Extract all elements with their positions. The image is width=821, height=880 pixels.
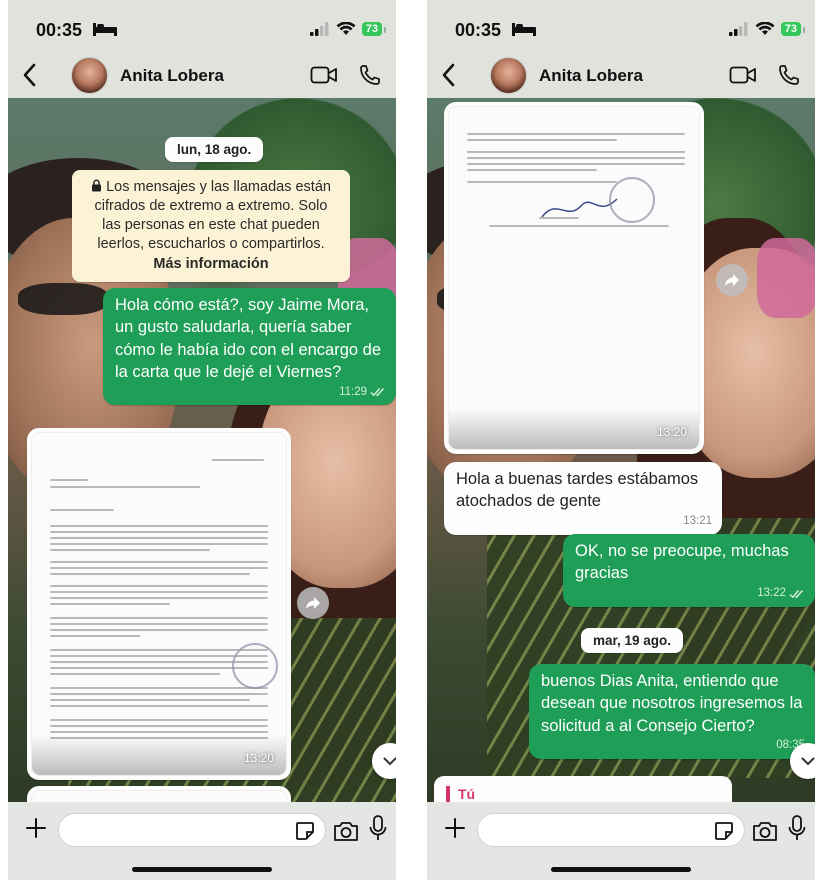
forward-icon [306, 597, 320, 609]
quote-author: Tú [458, 786, 476, 802]
forward-icon [725, 274, 739, 286]
signal-icon [309, 22, 329, 36]
status-bar: 00:35 73 [427, 0, 815, 55]
encryption-notice[interactable]: Los mensajes y las llamadas están cifrad… [72, 170, 350, 282]
camera-icon[interactable] [332, 819, 360, 843]
letter-document-image[interactable]: 13:20 [448, 106, 700, 450]
bed-icon [512, 23, 536, 36]
lock-icon [92, 179, 102, 192]
bed-icon [93, 23, 117, 36]
read-ticks-icon [789, 589, 804, 599]
microphone-icon[interactable] [787, 814, 807, 844]
incoming-message[interactable]: Hola a buenas tardes estábamos atochados… [444, 462, 722, 535]
message-text: buenos Dias Anita, entiendo que desean q… [541, 672, 803, 735]
message-time: 13:20 [243, 751, 274, 765]
message-time: 13:21 [683, 515, 712, 528]
status-bar: 00:35 73 [8, 0, 396, 55]
contact-name[interactable]: Anita Lobera [120, 66, 224, 86]
chat-header: Anita Lobera [8, 55, 396, 98]
date-separator: lun, 18 ago. [165, 137, 264, 162]
status-time: 00:35 [455, 20, 502, 40]
video-call-icon[interactable] [729, 65, 757, 85]
battery-icon: 73 [361, 22, 387, 36]
outgoing-message[interactable]: Hola cómo está?, soy Jaime Mora, un gust… [103, 288, 396, 406]
document-stamp [609, 177, 655, 223]
message-text: Hola cómo está?, soy Jaime Mora, un gust… [115, 296, 382, 381]
read-ticks-icon [370, 388, 385, 397]
message-text: OK, no se preocupe, muchas gracias [575, 542, 789, 583]
message-time: 11:29 [339, 385, 367, 398]
home-indicator[interactable] [132, 867, 272, 872]
contact-avatar[interactable] [71, 57, 108, 94]
microphone-icon[interactable] [368, 814, 388, 844]
message-input[interactable] [58, 813, 326, 847]
wifi-icon [755, 22, 775, 35]
chat-header: Anita Lobera [427, 55, 815, 98]
forward-button[interactable] [297, 587, 329, 619]
battery-icon: 73 [780, 22, 806, 36]
more-info-link[interactable]: Más información [153, 256, 268, 272]
message-time: 13:22 [757, 587, 786, 600]
image-message[interactable]: 13:20 [444, 102, 704, 454]
image-message[interactable]: 13:20 [27, 428, 291, 780]
video-call-icon[interactable] [310, 65, 338, 85]
outgoing-message[interactable]: OK, no se preocupe, muchas gracias 13:22 [563, 534, 815, 607]
chat-screen-left: 00:35 73 Anita Lobera lun, 18 ago. Los m… [8, 0, 396, 880]
date-separator: mar, 19 ago. [581, 628, 684, 653]
sticker-icon[interactable] [294, 820, 316, 842]
chat-screen-right: 00:35 73 Anita Lobera 13:20 Hola a buena… [427, 0, 815, 880]
outgoing-message[interactable]: buenos Dias Anita, entiendo que desean q… [529, 664, 815, 759]
wifi-icon [336, 22, 356, 35]
message-time: 13:20 [656, 425, 687, 439]
back-icon[interactable] [18, 61, 42, 89]
plus-icon[interactable] [443, 816, 467, 840]
status-time: 00:35 [36, 20, 83, 40]
chevron-down-icon [383, 757, 396, 765]
sticker-icon[interactable] [713, 820, 735, 842]
document-stamp [232, 643, 278, 689]
voice-call-icon[interactable] [358, 63, 382, 87]
back-icon[interactable] [437, 61, 461, 89]
camera-icon[interactable] [751, 819, 779, 843]
forward-button[interactable] [716, 264, 748, 296]
letter-document-image[interactable]: 13:20 [31, 432, 287, 776]
home-indicator[interactable] [551, 867, 691, 872]
chevron-down-icon [801, 757, 815, 765]
plus-icon[interactable] [24, 816, 48, 840]
contact-avatar[interactable] [490, 57, 527, 94]
message-input[interactable] [477, 813, 745, 847]
encryption-text: Los mensajes y las llamadas están cifrad… [94, 179, 331, 253]
voice-call-icon[interactable] [777, 63, 801, 87]
contact-name[interactable]: Anita Lobera [539, 66, 643, 86]
message-text: Hola a buenas tardes estábamos atochados… [456, 470, 699, 511]
signal-icon [728, 22, 748, 36]
